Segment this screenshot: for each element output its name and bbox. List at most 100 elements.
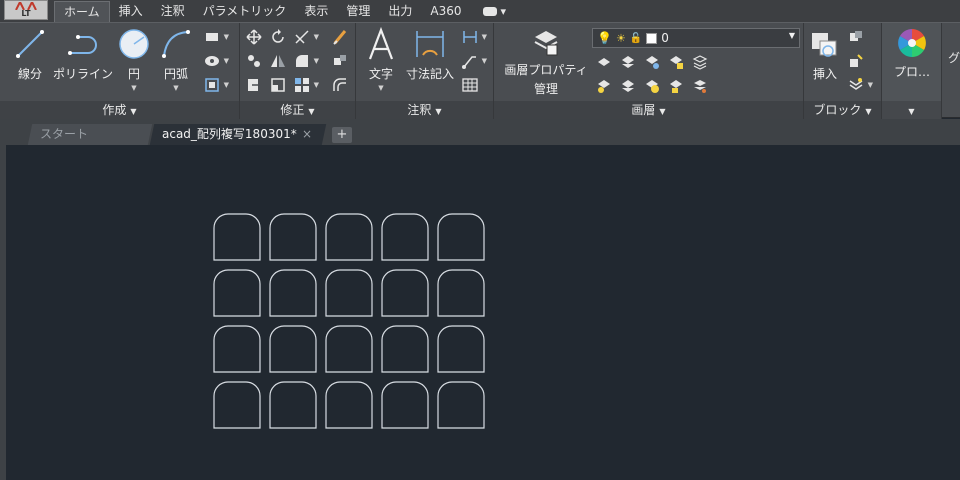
tab-featured-apps[interactable]: ▾ <box>482 1 506 22</box>
arch-shape[interactable] <box>269 269 317 317</box>
edit-block-button[interactable] <box>848 53 866 71</box>
offset-button[interactable] <box>332 77 350 95</box>
layer-match-button[interactable] <box>692 54 710 72</box>
line-button[interactable]: 線分 <box>10 27 50 82</box>
scale-button[interactable] <box>270 77 288 95</box>
arch-shape[interactable] <box>325 381 373 429</box>
dimension-button[interactable]: 寸法記入 <box>404 27 456 82</box>
explode-button[interactable] <box>332 53 350 71</box>
properties-button[interactable]: プロ… <box>886 27 938 80</box>
arch-shape[interactable] <box>213 213 261 261</box>
trim-caret[interactable]: ▼ <box>314 33 319 41</box>
circle-button[interactable]: 円 ▼ <box>116 27 152 92</box>
layer-thaw-button[interactable] <box>644 78 662 96</box>
circle-dropdown-caret[interactable]: ▼ <box>116 84 152 92</box>
move-button[interactable] <box>246 29 264 47</box>
leader-button[interactable]: ▼ <box>462 53 487 71</box>
fillet-caret[interactable]: ▼ <box>314 57 319 65</box>
annotation-panel-title[interactable]: 注釈 ▼ <box>356 101 493 119</box>
region-caret[interactable]: ▼ <box>224 81 229 89</box>
layer-dropdown-caret[interactable]: ▼ <box>789 31 795 40</box>
text-button[interactable]: 文字 ▼ <box>364 27 398 92</box>
tab-a360[interactable]: A360 <box>421 1 470 22</box>
layer-off-button[interactable] <box>596 54 614 72</box>
tab-insert[interactable]: 挿入 <box>110 1 152 22</box>
arch-shape[interactable] <box>381 213 429 261</box>
arch-shape[interactable] <box>381 325 429 373</box>
tab-parametric[interactable]: パラメトリック <box>194 1 296 22</box>
arch-shape[interactable] <box>381 381 429 429</box>
layer-copy-button[interactable] <box>620 78 638 96</box>
modify-panel-title[interactable]: 修正 ▼ <box>240 101 355 119</box>
edit-attributes-caret[interactable]: ▼ <box>868 81 873 89</box>
hatch-button[interactable]: ▼ <box>204 53 229 71</box>
draw-panel-title[interactable]: 作成 ▼ <box>0 101 239 119</box>
move-icon <box>246 29 262 45</box>
text-dropdown-caret[interactable]: ▼ <box>364 84 398 92</box>
arch-shape[interactable] <box>213 381 261 429</box>
rotate-button[interactable] <box>270 29 288 47</box>
insert-block-button[interactable]: 挿入 <box>806 27 844 82</box>
linear-dimension-button[interactable]: ▼ <box>462 29 487 47</box>
table-button[interactable] <box>462 77 480 95</box>
region-button[interactable]: ▼ <box>204 77 229 95</box>
layer-color-swatch <box>646 32 658 44</box>
arch-shape[interactable] <box>437 325 485 373</box>
tab-view[interactable]: 表示 <box>295 1 337 22</box>
create-block-button[interactable] <box>848 29 866 47</box>
polyline-button[interactable]: ポリライン <box>50 27 116 82</box>
tab-output[interactable]: 出力 <box>379 1 421 22</box>
tab-manage[interactable]: 管理 <box>337 1 379 22</box>
tab-home[interactable]: ホーム <box>54 1 110 22</box>
arch-shape[interactable] <box>269 381 317 429</box>
block-panel-title[interactable]: ブロック ▼ <box>804 101 881 119</box>
copy-button[interactable] <box>246 53 264 71</box>
erase-button[interactable] <box>332 29 350 47</box>
arch-shape[interactable] <box>437 269 485 317</box>
arch-shape[interactable] <box>269 213 317 261</box>
rectangle-caret[interactable]: ▼ <box>224 33 229 41</box>
arch-shape[interactable] <box>381 269 429 317</box>
file-tab-document[interactable]: acad_配列複写180301* × <box>149 124 327 145</box>
array-button[interactable]: ▼ <box>294 77 319 95</box>
fillet-button[interactable]: ▼ <box>294 53 319 71</box>
application-menu-button[interactable]: LT <box>4 0 48 20</box>
edit-attributes-button[interactable]: ▼ <box>848 77 873 95</box>
layer-isolate-button[interactable] <box>620 54 638 72</box>
layer-properties-button[interactable]: 画層プロパティ 管理 <box>500 27 592 97</box>
file-tab-start[interactable]: スタート <box>27 124 153 145</box>
arch-shape[interactable] <box>213 325 261 373</box>
model-space[interactable] <box>6 145 960 480</box>
drawing-canvas[interactable] <box>6 145 960 480</box>
layer-current-button[interactable] <box>596 78 614 96</box>
groups-label-clipped[interactable]: グ <box>948 49 960 66</box>
linear-dimension-caret[interactable]: ▼ <box>482 33 487 41</box>
arch-shape[interactable] <box>325 325 373 373</box>
file-tab-close-icon[interactable]: × <box>302 124 312 145</box>
layer-dropdown[interactable]: 💡 ☀ 🔓 0 ▼ <box>592 28 800 48</box>
stretch-button[interactable] <box>246 77 264 95</box>
array-icon <box>295 78 309 92</box>
arc-dropdown-caret[interactable]: ▼ <box>156 84 196 92</box>
new-tab-button[interactable]: + <box>332 127 352 143</box>
mirror-button[interactable] <box>270 53 288 71</box>
layer-merge-button[interactable] <box>692 78 710 96</box>
rectangle-button[interactable]: ▼ <box>204 29 229 47</box>
arch-shape[interactable] <box>437 213 485 261</box>
arch-shape[interactable] <box>269 325 317 373</box>
arch-shape[interactable] <box>325 213 373 261</box>
layer-lock-button[interactable] <box>668 54 686 72</box>
tab-annotate[interactable]: 注釈 <box>152 1 194 22</box>
trim-button[interactable]: ▼ <box>294 29 319 47</box>
leader-caret[interactable]: ▼ <box>482 57 487 65</box>
layer-freeze-button[interactable] <box>644 54 662 72</box>
array-caret[interactable]: ▼ <box>314 81 319 89</box>
arch-shape[interactable] <box>325 269 373 317</box>
arc-button[interactable]: 円弧 ▼ <box>156 27 196 92</box>
hatch-caret[interactable]: ▼ <box>224 57 229 65</box>
properties-panel-expand[interactable]: ▼ <box>882 101 941 119</box>
layers-panel-title[interactable]: 画層 ▼ <box>494 101 803 119</box>
arch-shape[interactable] <box>437 381 485 429</box>
arch-shape[interactable] <box>213 269 261 317</box>
layer-unlock-button[interactable] <box>668 78 686 96</box>
